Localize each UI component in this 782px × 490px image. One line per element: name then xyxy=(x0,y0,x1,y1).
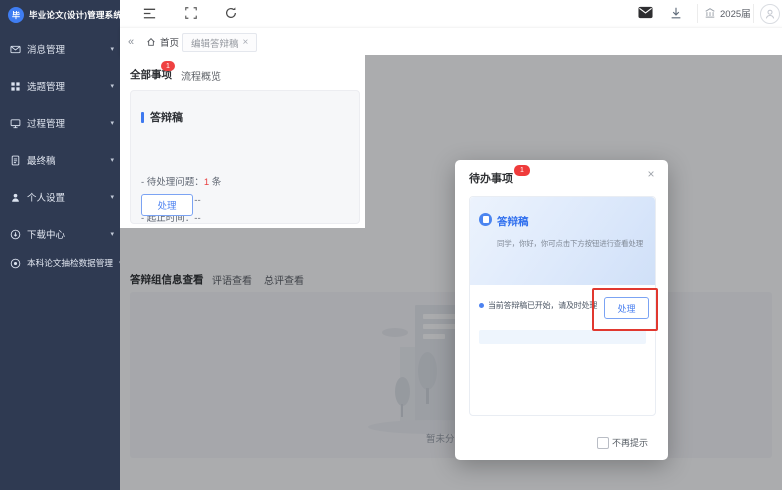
chevron-down-icon xyxy=(110,156,114,164)
sidebar-item-label: 最终稿 xyxy=(27,153,56,167)
todo-modal: 待办事项 1 答辩稿 同学，你好，你可点击下方按钮进行查看处理 当前答辩稿已开始… xyxy=(455,160,668,460)
fullscreen-icon xyxy=(184,6,198,20)
fullscreen-button[interactable] xyxy=(184,6,199,21)
chevron-down-icon xyxy=(110,82,114,90)
close-icon[interactable] xyxy=(243,38,249,48)
download-icon xyxy=(669,6,683,20)
sidebar-item-process[interactable]: 过程管理 xyxy=(10,115,114,131)
refresh-button[interactable] xyxy=(224,6,239,21)
mail-button[interactable] xyxy=(638,6,653,21)
download-circle-icon xyxy=(10,229,21,240)
sidebar: 毕 毕业论文(设计)管理系统 消息管理 选题管理 过程管理 最终稿 个人设置 xyxy=(0,0,120,490)
document-badge-icon xyxy=(479,213,492,226)
pending-issues-line: - 待处理问题：1 条 xyxy=(141,174,221,188)
message-icon xyxy=(10,44,21,55)
tab-edit-defense-draft[interactable]: 编辑答辩稿 xyxy=(182,33,257,52)
grid-icon xyxy=(10,81,21,92)
sidebar-item-messages[interactable]: 消息管理 xyxy=(10,41,114,57)
tab-home[interactable]: 首页 xyxy=(138,33,187,50)
home-icon xyxy=(146,37,156,47)
screen: 毕 毕业论文(设计)管理系统 消息管理 选题管理 过程管理 最终稿 个人设置 xyxy=(0,0,782,490)
notice-text: 当前答辩稿已开始，请及时处理 xyxy=(488,300,597,311)
year-selector[interactable]: 2025届 xyxy=(704,6,751,20)
chevron-down-icon xyxy=(110,230,114,238)
task-info-panel: 答辩稿 同学，你好，你可点击下方按钮进行查看处理 xyxy=(470,197,655,285)
refresh-icon xyxy=(224,6,238,20)
sidebar-item-personal-settings[interactable]: 个人设置 xyxy=(10,189,114,205)
annotation-highlight-box xyxy=(592,288,658,331)
avatar[interactable] xyxy=(760,4,780,24)
tab-active-label: 编辑答辩稿 xyxy=(191,36,239,50)
modal-title: 待办事项 xyxy=(469,170,513,186)
card-title: 答辩稿 xyxy=(141,109,183,125)
sidebar-item-label: 消息管理 xyxy=(27,42,65,56)
bullet-dot-icon xyxy=(479,303,484,308)
sidebar-item-label: 过程管理 xyxy=(27,116,65,130)
sidebar-item-topics[interactable]: 选题管理 xyxy=(10,78,114,94)
year-badge: 2025届 xyxy=(720,6,751,20)
title-accent-bar xyxy=(141,112,144,123)
app-title: 毕业论文(设计)管理系统 xyxy=(29,9,122,21)
sidebar-item-label: 个人设置 xyxy=(27,190,65,204)
sidebar-item-label: 本科论文抽检数据管理 xyxy=(27,257,113,269)
fold-menu-icon xyxy=(142,6,157,21)
download-button[interactable] xyxy=(669,6,684,21)
sidebar-item-label: 选题管理 xyxy=(27,79,65,93)
sidebar-item-label: 下载中心 xyxy=(27,227,65,241)
monitor-icon xyxy=(10,118,21,129)
card-title-text: 答辩稿 xyxy=(150,109,183,125)
mail-icon xyxy=(638,6,653,19)
defense-draft-card: 答辩稿 - 待处理问题：1 条 - 剩余时间：-- - 起止时间：-- 处理 xyxy=(130,90,360,224)
card-process-button[interactable]: 处理 xyxy=(141,194,193,216)
sidebar-item-final-draft[interactable]: 最终稿 xyxy=(10,152,114,168)
building-icon xyxy=(704,7,716,19)
chevron-down-icon xyxy=(110,193,114,201)
collapse-tabs-arrow[interactable] xyxy=(124,33,138,50)
user-avatar-icon xyxy=(764,8,776,20)
page-tabbar: 首页 编辑答辩稿 xyxy=(120,27,782,56)
target-icon xyxy=(10,258,21,269)
dont-remind-checkbox[interactable] xyxy=(597,437,609,449)
toolbar-divider xyxy=(697,4,698,23)
user-icon xyxy=(10,192,21,203)
app-logo-row: 毕 毕业论文(设计)管理系统 xyxy=(8,7,118,23)
close-icon[interactable] xyxy=(645,168,657,180)
tab-flow-overview[interactable]: 流程概览 xyxy=(181,68,221,83)
chevron-down-icon xyxy=(110,119,114,127)
top-toolbar: 2025届 xyxy=(120,0,782,27)
modal-backdrop xyxy=(120,228,365,490)
modal-badge: 1 xyxy=(513,164,531,177)
tab-home-label: 首页 xyxy=(160,35,179,49)
app-logo-icon: 毕 xyxy=(8,7,24,23)
sidebar-item-thesis-sampling[interactable]: 本科论文抽检数据管理 xyxy=(10,255,114,271)
document-icon xyxy=(10,155,21,166)
dont-remind-label: 不再提示 xyxy=(612,436,648,449)
sidebar-item-download-center[interactable]: 下载中心 xyxy=(10,226,114,242)
task-description: 同学，你好，你可点击下方按钮进行查看处理 xyxy=(497,238,643,249)
chevron-down-icon xyxy=(110,45,114,53)
toolbar-divider xyxy=(753,4,754,23)
task-title: 答辩稿 xyxy=(497,214,529,229)
highlight-row xyxy=(479,330,646,344)
collapse-menu-button[interactable] xyxy=(142,6,157,21)
all-matters-badge: 1 xyxy=(161,61,175,71)
